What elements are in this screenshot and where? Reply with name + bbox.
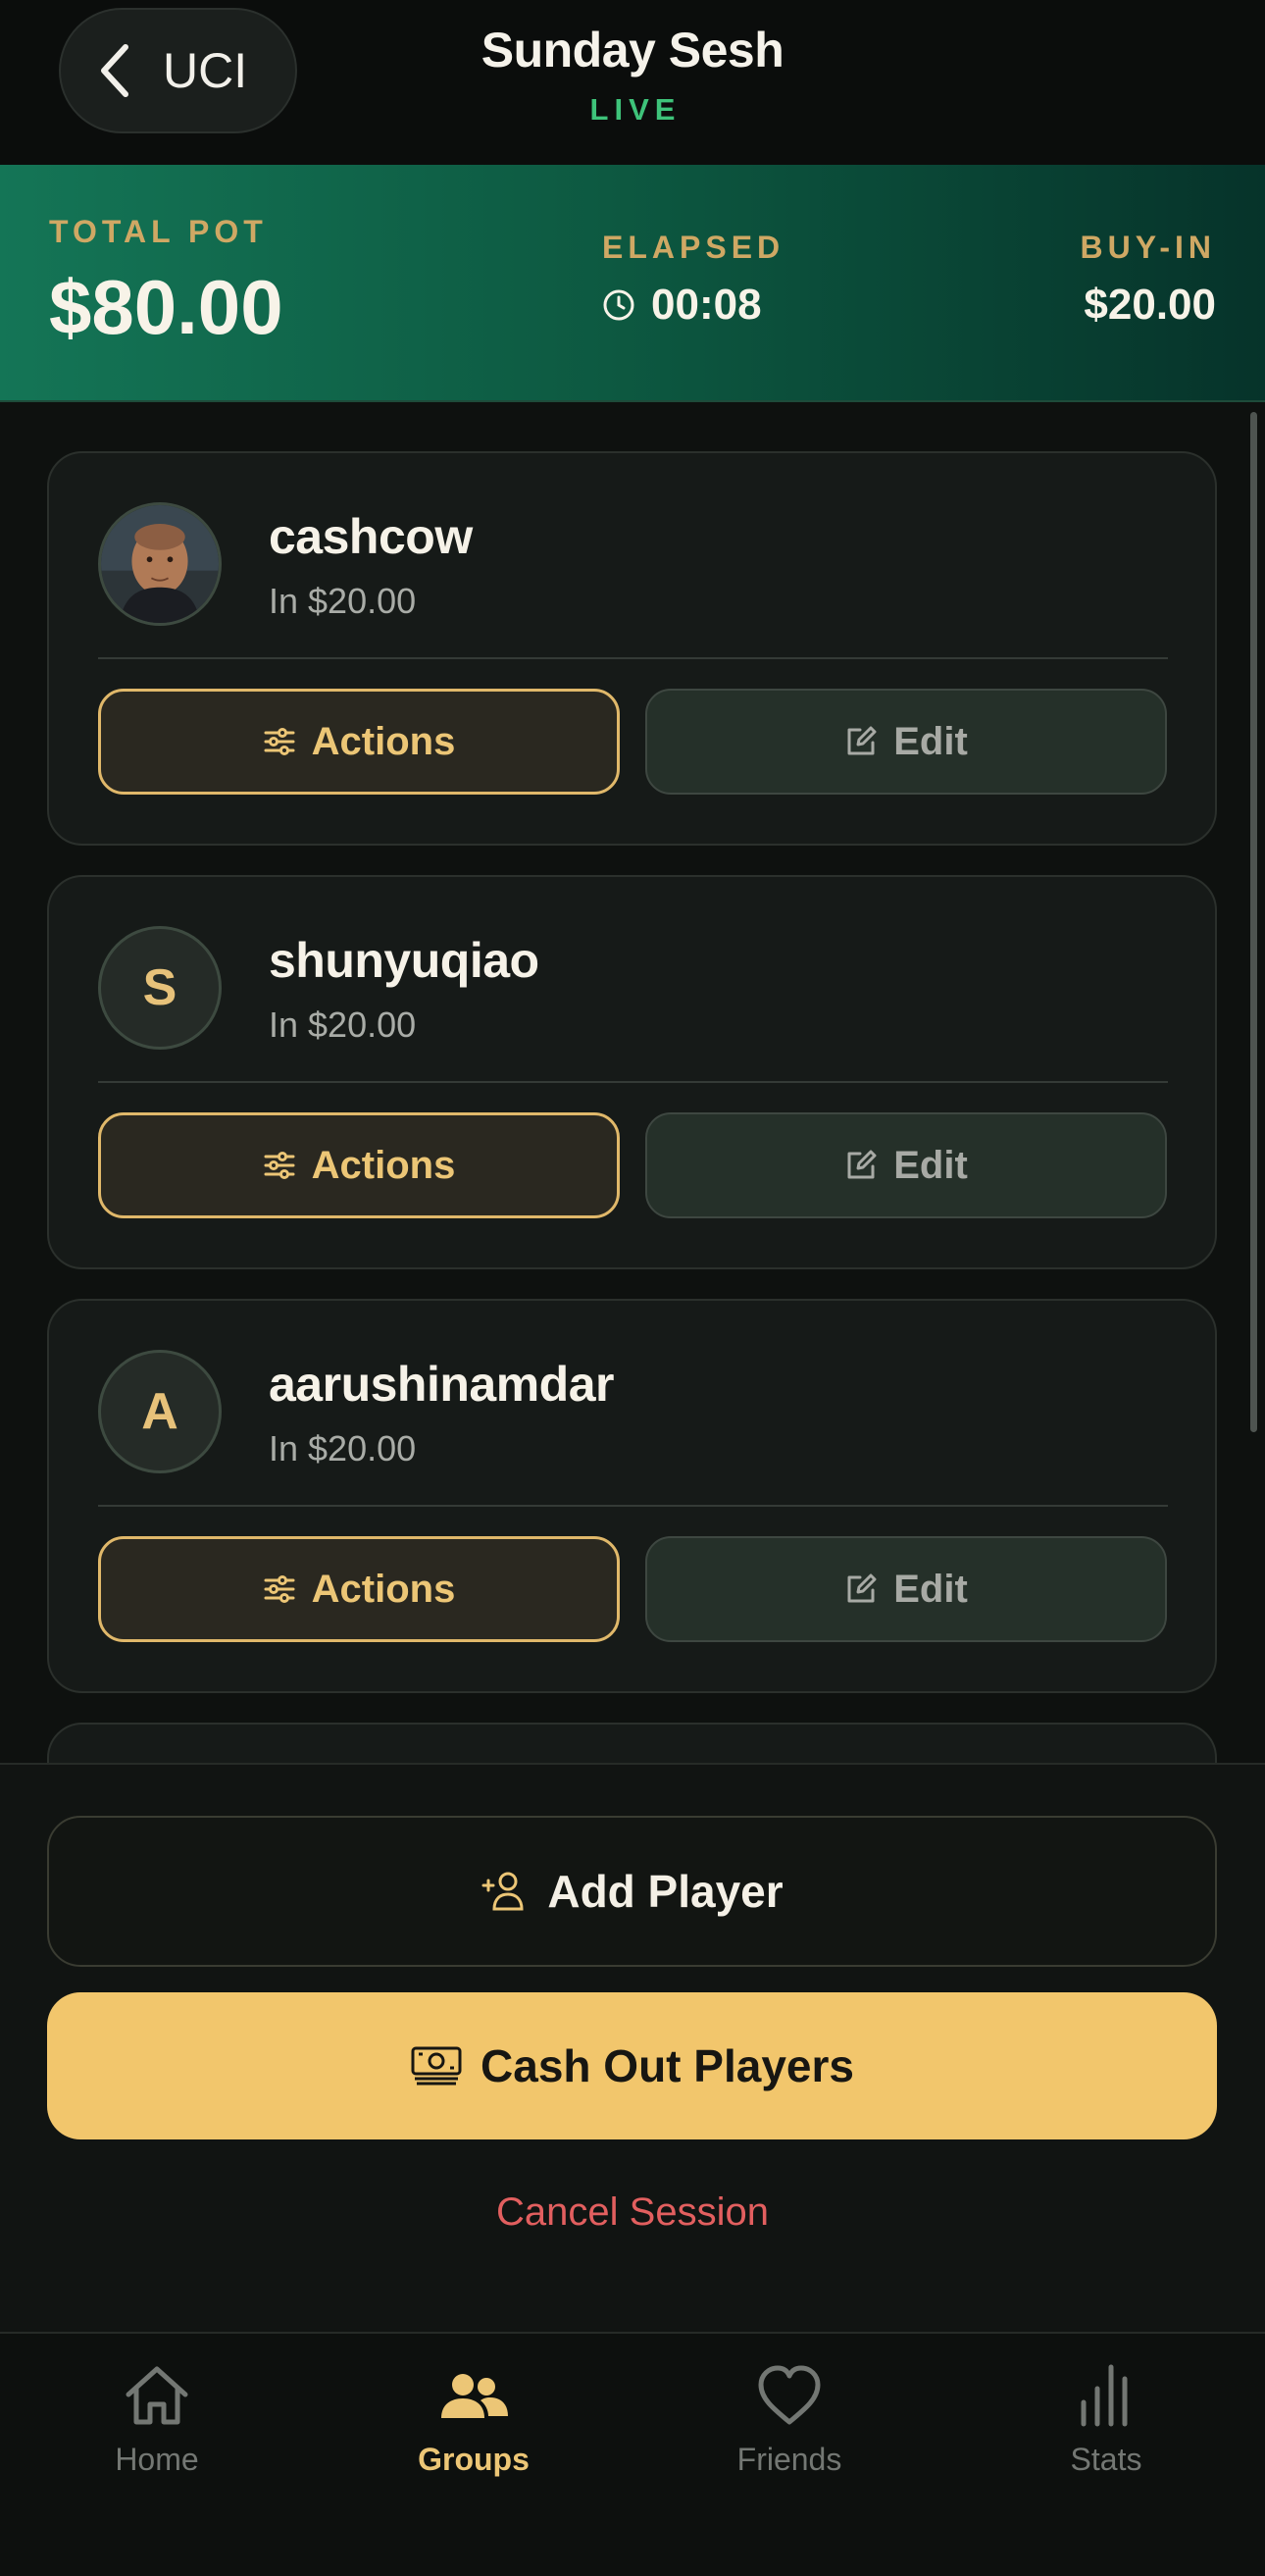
scrollbar[interactable] bbox=[1250, 412, 1257, 1432]
total-pot-value: $80.00 bbox=[49, 264, 283, 350]
avatar bbox=[98, 502, 222, 626]
add-user-icon bbox=[481, 1872, 524, 1911]
player-buy-in: In $20.00 bbox=[269, 1005, 417, 1045]
player-card-partial bbox=[47, 1723, 1217, 1763]
players-list[interactable]: cashcow In $20.00 Actions Edit S shunyuq… bbox=[0, 404, 1265, 1763]
avatar-photo bbox=[101, 505, 219, 623]
divider bbox=[98, 1081, 1168, 1083]
player-name: cashcow bbox=[269, 509, 473, 564]
cash-icon bbox=[411, 2046, 462, 2086]
actions-button-label: Actions bbox=[311, 1567, 456, 1611]
avatar-initial: S bbox=[142, 959, 177, 1016]
buy-in-value: $20.00 bbox=[1084, 281, 1216, 329]
player-name: shunyuqiao bbox=[269, 933, 539, 988]
tab-home[interactable]: Home bbox=[39, 2359, 275, 2478]
edit-button-label: Edit bbox=[893, 1567, 968, 1611]
player-card: A aarushinamdar In $20.00 Actions Edit bbox=[47, 1299, 1217, 1693]
add-player-button[interactable]: Add Player bbox=[47, 1816, 1217, 1967]
bar-chart-icon bbox=[1081, 2364, 1128, 2427]
people-icon bbox=[441, 2374, 508, 2418]
sliders-icon bbox=[264, 1152, 295, 1179]
tab-bar: Home Groups Friends Stats bbox=[0, 2332, 1265, 2576]
actions-button-label: Actions bbox=[311, 719, 456, 763]
edit-icon bbox=[847, 726, 877, 755]
page-title: Sunday Sesh bbox=[481, 23, 784, 77]
tab-friends[interactable]: Friends bbox=[672, 2359, 907, 2478]
session-status: LIVE bbox=[589, 92, 682, 127]
session-summary: TOTAL POT $80.00 ELAPSED 00:08 BUY-IN $2… bbox=[0, 165, 1265, 402]
tab-label: Home bbox=[115, 2442, 199, 2477]
session-actions: Add Player Cash Out Players Cancel Sessi… bbox=[0, 1763, 1265, 2332]
total-pot-label: TOTAL POT bbox=[49, 214, 268, 249]
actions-button-label: Actions bbox=[311, 1143, 456, 1187]
avatar: S bbox=[98, 926, 222, 1050]
sliders-icon bbox=[264, 728, 295, 755]
elapsed-label: ELAPSED bbox=[602, 230, 785, 265]
clock-icon bbox=[603, 289, 634, 321]
edit-icon bbox=[847, 1573, 877, 1603]
cancel-session-link[interactable]: Cancel Session bbox=[0, 2190, 1265, 2235]
avatar: A bbox=[98, 1350, 222, 1473]
actions-button[interactable]: Actions bbox=[98, 689, 620, 795]
player-buy-in: In $20.00 bbox=[269, 1428, 417, 1468]
edit-button[interactable]: Edit bbox=[645, 1536, 1167, 1642]
heart-icon bbox=[758, 2365, 821, 2425]
buy-in-label: BUY-IN bbox=[1080, 230, 1216, 265]
player-card: S shunyuqiao In $20.00 Actions Edit bbox=[47, 875, 1217, 1269]
tab-groups[interactable]: Groups bbox=[356, 2359, 591, 2478]
top-bar: UCI Sunday Sesh LIVE bbox=[0, 0, 1265, 165]
title-block: Sunday Sesh LIVE bbox=[0, 22, 1265, 128]
avatar-initial: A bbox=[141, 1383, 178, 1440]
edit-button[interactable]: Edit bbox=[645, 689, 1167, 795]
actions-button[interactable]: Actions bbox=[98, 1536, 620, 1642]
player-card: cashcow In $20.00 Actions Edit bbox=[47, 451, 1217, 846]
player-name: aarushinamdar bbox=[269, 1357, 614, 1412]
home-icon bbox=[126, 2366, 188, 2425]
add-player-label: Add Player bbox=[547, 1866, 784, 1917]
tab-label: Stats bbox=[1070, 2442, 1142, 2477]
tab-stats[interactable]: Stats bbox=[988, 2359, 1224, 2478]
tab-label: Groups bbox=[418, 2442, 530, 2477]
divider bbox=[98, 657, 1168, 659]
edit-button-label: Edit bbox=[893, 1143, 968, 1187]
divider bbox=[98, 1505, 1168, 1507]
elapsed-value: 00:08 bbox=[651, 281, 762, 329]
cash-out-button[interactable]: Cash Out Players bbox=[47, 1992, 1217, 2139]
player-buy-in: In $20.00 bbox=[269, 581, 417, 621]
edit-button[interactable]: Edit bbox=[645, 1112, 1167, 1218]
cash-out-label: Cash Out Players bbox=[481, 2040, 854, 2091]
tab-label: Friends bbox=[736, 2442, 842, 2477]
sliders-icon bbox=[264, 1575, 295, 1603]
edit-button-label: Edit bbox=[893, 719, 968, 763]
elapsed-row: 00:08 bbox=[602, 281, 762, 330]
edit-icon bbox=[847, 1150, 877, 1179]
actions-button[interactable]: Actions bbox=[98, 1112, 620, 1218]
